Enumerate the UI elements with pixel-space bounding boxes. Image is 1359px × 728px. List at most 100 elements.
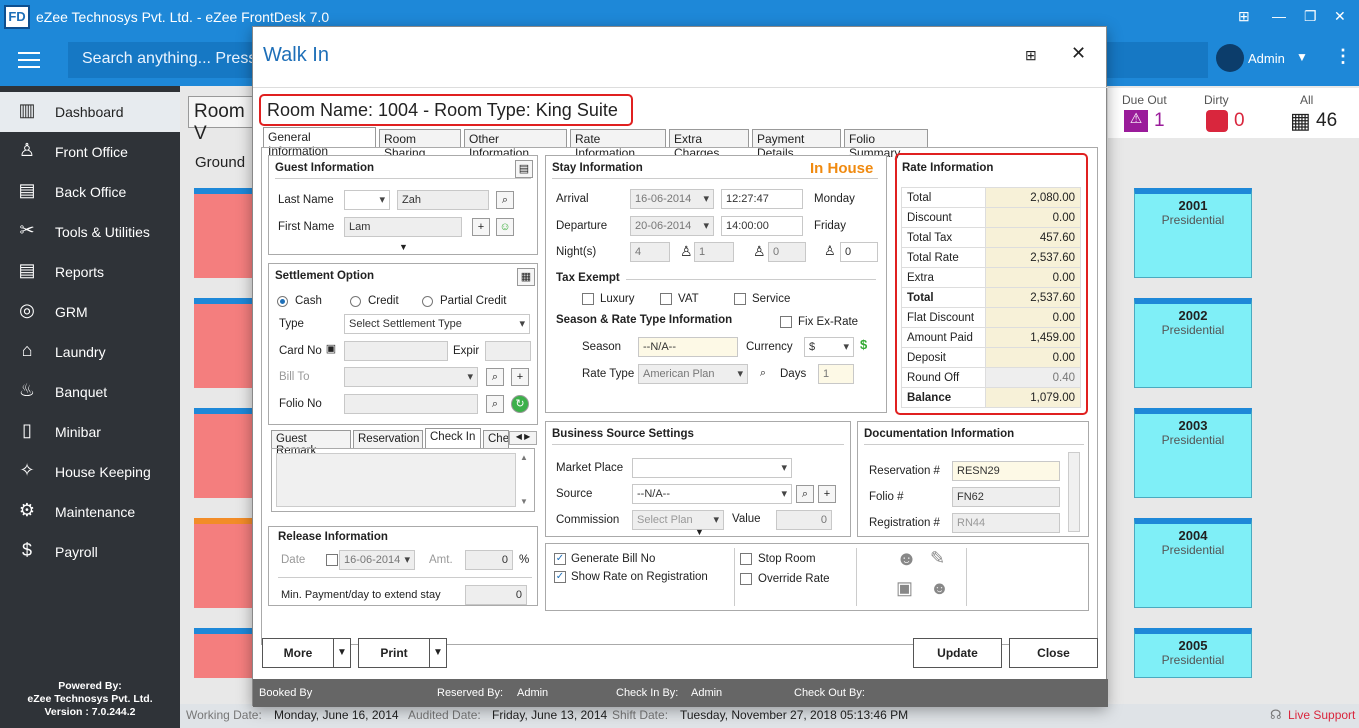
registration-input[interactable]: RN44	[952, 513, 1060, 533]
partial-credit-radio[interactable]	[422, 296, 433, 307]
reservation-no-input[interactable]: RESN29	[952, 461, 1060, 481]
folio-lookup-icon[interactable]: ⌕	[486, 395, 504, 413]
folio-no-input[interactable]	[344, 394, 478, 414]
guest-lookup-icon[interactable]: ⌕	[496, 191, 514, 209]
translate-icon[interactable]: ⊞	[1238, 8, 1250, 25]
children-input[interactable]: 0	[768, 242, 806, 262]
amount-input[interactable]: 0	[465, 550, 513, 570]
folio-input[interactable]: FN62	[952, 487, 1060, 507]
tab-other-information[interactable]: Other Information	[464, 129, 567, 160]
sidebar-item-maintenance[interactable]: ⚙ Maintenance	[0, 492, 180, 532]
scrollbar[interactable]	[1068, 452, 1080, 532]
room-card[interactable]: 2003 Presidential	[1134, 408, 1252, 498]
release-date-input[interactable]: 16-06-2014	[339, 550, 415, 570]
override-rate-checkbox[interactable]	[740, 573, 752, 585]
tab-general-information[interactable]: General Information	[263, 127, 376, 158]
generate-bill-checkbox[interactable]: ✓	[554, 553, 566, 565]
expand-arrow-icon[interactable]: ▼	[695, 527, 704, 537]
more-options-icon[interactable]: ⋮	[1334, 46, 1352, 67]
tab-rate-information[interactable]: Rate Information	[570, 129, 666, 160]
expand-arrow-icon[interactable]: ▼	[399, 242, 408, 252]
market-place-select[interactable]	[632, 458, 792, 478]
value-input[interactable]: 0	[776, 510, 832, 530]
tab-scroll-arrows-icon[interactable]: ◀ ▶	[509, 431, 537, 445]
sidebar-item-tools-utilities[interactable]: ✂ Tools & Utilities	[0, 212, 180, 252]
fix-ex-rate-checkbox[interactable]	[780, 316, 792, 328]
season-input[interactable]: --N/A--	[638, 337, 738, 357]
sidebar-item-payroll[interactable]: $ Payroll	[0, 532, 180, 572]
rate-type-select[interactable]: American Plan	[638, 364, 748, 384]
days-input[interactable]: 1	[818, 364, 854, 384]
sidebar-item-banquet[interactable]: ♨ Banquet	[0, 372, 180, 412]
hamburger-menu-icon[interactable]	[18, 52, 40, 68]
refresh-icon[interactable]: ↻	[511, 395, 529, 413]
tab-check-in[interactable]: Check In	[425, 428, 481, 449]
settlement-type-select[interactable]: Select Settlement Type	[344, 314, 530, 334]
card-icon[interactable]: ▣	[322, 341, 340, 359]
room-card[interactable]: 2002 Presidential	[1134, 298, 1252, 388]
luxury-checkbox[interactable]	[582, 293, 594, 305]
stop-room-checkbox[interactable]	[740, 553, 752, 565]
minimize-button[interactable]: —	[1272, 8, 1286, 24]
salutation-select[interactable]	[344, 190, 390, 210]
credit-radio[interactable]	[350, 296, 361, 307]
room-card[interactable]: 2001 Presidential	[1134, 188, 1252, 278]
tab-reservation[interactable]: Reservation	[353, 430, 423, 448]
tab-payment-details[interactable]: Payment Details	[752, 129, 841, 160]
service-checkbox[interactable]	[734, 293, 746, 305]
tab-check-out[interactable]: Che	[483, 430, 509, 448]
sidebar-item-reports[interactable]: ▤ Reports	[0, 252, 180, 292]
tab-folio-summary[interactable]: Folio Summary	[844, 129, 928, 160]
settlement-icon[interactable]: ▦	[517, 268, 535, 286]
sidebar-item-back-office[interactable]: ▤ Back Office	[0, 172, 180, 212]
arrival-time-input[interactable]: 12:27:47	[721, 189, 803, 209]
rate-lookup-icon[interactable]: ⌕	[754, 365, 772, 383]
tab-guest-remark[interactable]: Guest Remark	[271, 430, 351, 457]
print-button[interactable]: Print	[358, 638, 430, 668]
expiry-input[interactable]	[485, 341, 531, 361]
source-add-icon[interactable]: +	[818, 485, 836, 503]
more-dropdown-icon[interactable]: ▼	[333, 638, 351, 668]
more-button[interactable]: More	[262, 638, 334, 668]
bill-to-lookup-icon[interactable]: ⌕	[486, 368, 504, 386]
adults-input[interactable]: 1	[694, 242, 734, 262]
print-dropdown-icon[interactable]: ▼	[429, 638, 447, 668]
currency-select[interactable]: $	[804, 337, 854, 357]
live-support-link[interactable]: Live Support	[1288, 708, 1355, 722]
close-dialog-icon[interactable]: ✕	[1071, 43, 1086, 64]
room-card[interactable]: 2004 Presidential	[1134, 518, 1252, 608]
departure-time-input[interactable]: 14:00:00	[721, 216, 803, 236]
tab-extra-charges[interactable]: Extra Charges	[669, 129, 749, 160]
guest-card-icon[interactable]: ▤	[515, 160, 533, 178]
sidebar-item-grm[interactable]: ◎ GRM	[0, 292, 180, 332]
scroll-down-icon[interactable]: ▼	[520, 497, 528, 506]
scroll-up-icon[interactable]: ▲	[520, 453, 528, 462]
min-payment-input[interactable]: 0	[465, 585, 527, 605]
close-window-button[interactable]: ✕	[1334, 8, 1346, 25]
room-card[interactable]: 2005 Presidential	[1134, 628, 1252, 678]
edit-doc-icon[interactable]: ✎	[930, 548, 945, 569]
first-name-input[interactable]: Lam	[344, 217, 462, 237]
translate-icon[interactable]: ⊞	[1025, 47, 1037, 64]
bill-to-add-icon[interactable]: +	[511, 368, 529, 386]
cash-radio[interactable]	[277, 296, 288, 307]
user-menu[interactable]: Admin ▼ ⋮	[1214, 44, 1354, 74]
departure-date-input[interactable]: 20-06-2014	[630, 216, 714, 236]
show-rate-checkbox[interactable]: ✓	[554, 571, 566, 583]
maximize-button[interactable]: ❐	[1304, 8, 1317, 25]
last-name-input[interactable]: Zah	[397, 190, 489, 210]
source-lookup-icon[interactable]: ⌕	[796, 485, 814, 503]
tab-room-sharing[interactable]: Room Sharing	[379, 129, 461, 160]
sidebar-item-front-office[interactable]: ♙ Front Office	[0, 132, 180, 172]
close-button[interactable]: Close	[1009, 638, 1098, 668]
nights-input[interactable]: 4	[630, 242, 670, 262]
user-settings-icon[interactable]: ☻	[930, 578, 949, 599]
vat-checkbox[interactable]	[660, 293, 672, 305]
arrival-date-input[interactable]: 16-06-2014	[630, 189, 714, 209]
infants-input[interactable]: 0	[840, 242, 878, 262]
room-view-dropdown[interactable]: Room V	[188, 96, 258, 144]
sidebar-item-laundry[interactable]: ⌂ Laundry	[0, 332, 180, 372]
remark-textarea[interactable]	[276, 453, 516, 507]
sidebar-item-minibar[interactable]: ▯ Minibar	[0, 412, 180, 452]
sidebar-item-house-keeping[interactable]: ✧ House Keeping	[0, 452, 180, 492]
